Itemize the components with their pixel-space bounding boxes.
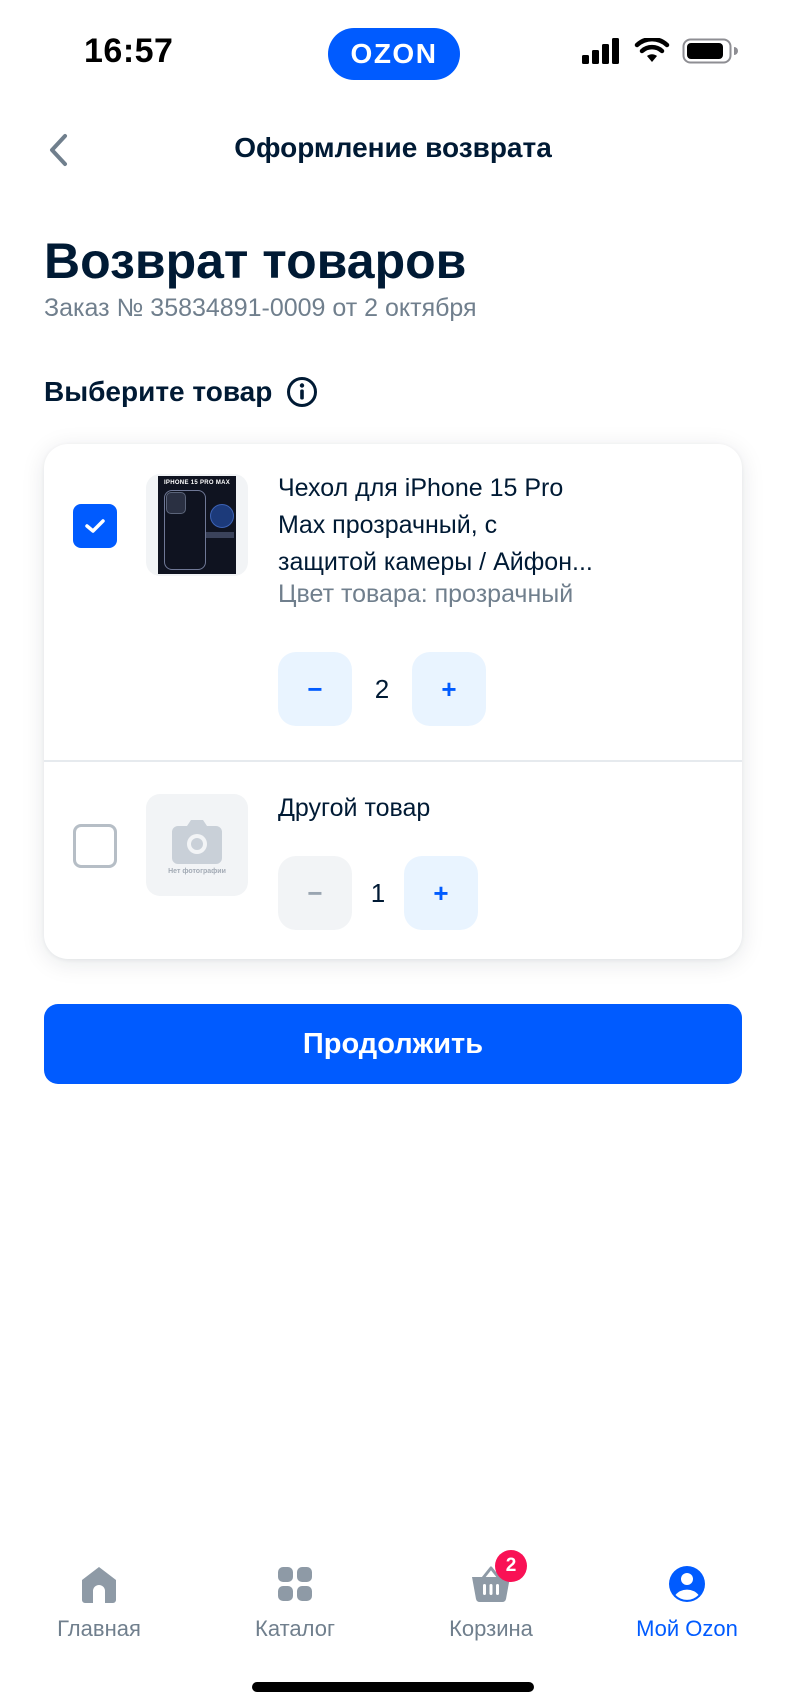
quantity-value: 1 [370, 877, 386, 908]
battery-icon [682, 38, 738, 64]
quantity-stepper: − 1 + [278, 856, 478, 930]
status-bar: 16:57 OZON [0, 0, 786, 110]
decrease-button[interactable]: − [278, 652, 352, 726]
item-title[interactable]: Другой товар [278, 790, 598, 827]
ozon-logo: OZON [328, 28, 460, 80]
decrease-button[interactable]: − [278, 856, 352, 930]
no-photo-caption: Нет фотографии [168, 868, 226, 875]
tab-cart[interactable]: 2 Корзина [416, 1550, 566, 1642]
continue-button[interactable]: Продолжить [44, 1004, 742, 1084]
items-card: IPHONE 15 PRO MAX Чехол для iPhone 15 Pr… [44, 444, 742, 959]
increase-button[interactable]: + [412, 652, 486, 726]
tab-label: Каталог [255, 1616, 335, 1641]
tab-my-ozon[interactable]: Мой Ozon [612, 1564, 762, 1642]
select-item-label: Выберите товар [44, 376, 318, 408]
list-item: IPHONE 15 PRO MAX Чехол для iPhone 15 Pr… [44, 444, 742, 760]
product-image[interactable]: IPHONE 15 PRO MAX [146, 474, 248, 576]
increase-button[interactable]: + [404, 856, 478, 930]
quantity-value: 2 [374, 673, 390, 704]
tab-label: Корзина [449, 1616, 533, 1641]
tab-catalog[interactable]: Каталог [220, 1564, 370, 1642]
status-icons [582, 38, 738, 64]
info-icon[interactable] [286, 376, 318, 408]
select-item-text: Выберите товар [44, 376, 273, 407]
list-item: Нет фотографии Другой товар − 1 + [44, 762, 742, 959]
home-icon [82, 1567, 116, 1603]
phone-case-photo: IPHONE 15 PRO MAX [158, 476, 236, 574]
page-title: Возврат товаров [44, 233, 467, 289]
item-title[interactable]: Чехол для iPhone 15 Pro Max прозрачный, … [278, 470, 598, 581]
status-time: 16:57 [84, 32, 174, 70]
bottom-tab-bar: Главная Каталог 2 Корзина Мой Ozon [0, 1550, 786, 1660]
cellular-signal-icon [582, 38, 619, 64]
product-image-caption: IPHONE 15 PRO MAX [163, 480, 231, 486]
item-color: Цвет товара: прозрачный [278, 580, 574, 608]
checkmark-icon [85, 519, 105, 533]
tab-label: Главная [57, 1616, 141, 1641]
tab-label: Мой Ozon [636, 1616, 738, 1641]
catalog-icon [278, 1567, 312, 1601]
item-checkbox[interactable] [73, 504, 117, 548]
item-checkbox[interactable] [73, 824, 117, 868]
header-title: Оформление возврата [234, 132, 552, 163]
product-image-placeholder[interactable]: Нет фотографии [146, 794, 248, 896]
cart-icon-wrap: 2 [471, 1550, 527, 1604]
profile-icon [669, 1566, 705, 1602]
cart-count-badge: 2 [495, 1550, 527, 1582]
nav-header: Оформление возврата [0, 110, 786, 190]
quantity-stepper: − 2 + [278, 652, 486, 726]
camera-icon [172, 820, 222, 864]
tab-home[interactable]: Главная [24, 1564, 174, 1642]
wifi-icon [634, 38, 670, 62]
home-indicator[interactable] [252, 1682, 534, 1692]
order-info: Заказ № 35834891-0009 от 2 октября [44, 294, 477, 322]
